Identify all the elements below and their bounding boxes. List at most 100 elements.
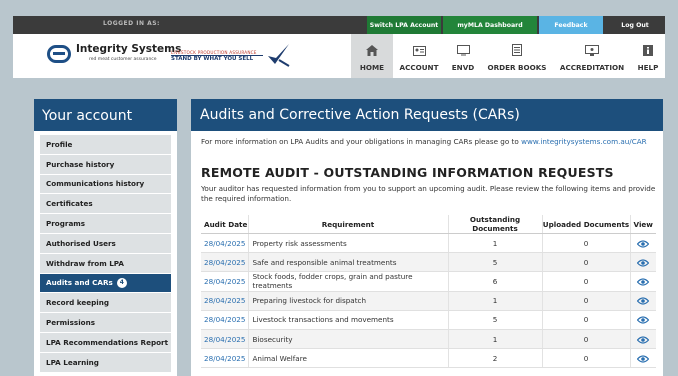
integrity-systems-logo-icon [47, 45, 71, 63]
uploaded-documents-cell: 0 [542, 271, 631, 292]
sidebar-item-programs[interactable]: Programs [40, 214, 171, 234]
requirement-cell: Biosecurity [248, 329, 449, 350]
nav-accreditation[interactable]: ACCREDITATION [553, 34, 631, 78]
table-row: 28/04/2025 Animal Welfare 2 0 [201, 348, 656, 369]
nav-order-books[interactable]: ORDER BOOKS [481, 34, 553, 78]
outstanding-documents-cell: 2 [448, 348, 543, 369]
sidebar-item-authorised-users[interactable]: Authorised Users [40, 233, 171, 254]
outstanding-documents-cell: 6 [448, 271, 543, 292]
table-row: 28/04/2025 Property risk assessments 1 0 [201, 233, 656, 254]
nav-account-label: ACCOUNT [399, 63, 439, 72]
logged-in-label: LOGGED IN AS: [103, 20, 160, 27]
audit-date-cell[interactable]: 28/04/2025 [201, 348, 249, 369]
outstanding-documents-cell: 1 [448, 329, 543, 350]
section-description: Your auditor has requested information f… [201, 184, 656, 203]
page-title: Audits and Corrective Action Requests (C… [191, 99, 663, 131]
log-out-button[interactable]: Log Out [605, 16, 665, 34]
uploaded-documents-cell: 0 [542, 291, 631, 311]
certificate-icon [585, 45, 599, 56]
audit-date-cell[interactable]: 28/04/2025 [201, 252, 249, 273]
sidebar-item-lpa-learning[interactable]: LPA Learning [40, 352, 171, 373]
sidebar-item-withdraw[interactable]: Withdraw from LPA [40, 253, 171, 274]
sidebar-item-lpa-recommendations[interactable]: LPA Recommendations Report [40, 332, 171, 353]
audit-date-cell[interactable]: 28/04/2025 [201, 329, 249, 350]
table-row: 28/04/2025 Livestock transactions and mov… [201, 310, 656, 330]
eye-icon [637, 355, 650, 363]
column-header-uploaded: Uploaded Documents [542, 215, 631, 234]
section-title: REMOTE AUDIT - OUTSTANDING INFORMATION R… [201, 165, 614, 180]
nav-envd[interactable]: ENVD [445, 34, 481, 78]
sidebar-item-purchase-history[interactable]: Purchase history [40, 154, 171, 175]
car-info-link[interactable]: www.integritysystems.com.au/CAR [521, 137, 647, 146]
top-bar: LOGGED IN AS: Switch LPA Account myMLA D… [13, 16, 665, 34]
requirement-cell: Safe and responsible animal treatments [248, 252, 449, 273]
nav-home[interactable]: HOME [351, 34, 393, 78]
sidebar-item-profile[interactable]: Profile [40, 135, 171, 155]
audit-date-cell[interactable]: 28/04/2025 [201, 310, 249, 330]
feedback-button[interactable]: Feedback [539, 16, 603, 34]
table-row: 28/04/2025 Stock foods, fodder crops, gra… [201, 271, 656, 292]
eye-icon [637, 278, 650, 286]
table-header-row: Audit Date Requirement Outstanding Docum… [201, 215, 656, 234]
document-icon [512, 44, 522, 56]
eye-icon [637, 297, 650, 305]
view-button[interactable] [630, 291, 656, 311]
home-icon [366, 45, 378, 56]
nav-help[interactable]: HELP [631, 34, 665, 78]
column-header-outstanding: Outstanding Documents [448, 215, 543, 234]
view-button[interactable] [630, 271, 656, 292]
lpa-check-mark-icon [268, 44, 290, 67]
mymla-dashboard-button[interactable]: myMLA Dashboard [443, 16, 537, 34]
nav-help-label: HELP [637, 63, 659, 72]
switch-lpa-account-button[interactable]: Switch LPA Account [367, 16, 441, 34]
uploaded-documents-cell: 0 [542, 348, 631, 369]
outstanding-documents-cell: 1 [448, 291, 543, 311]
uploaded-documents-cell: 0 [542, 233, 631, 254]
nav-accreditation-label: ACCREDITATION [559, 63, 625, 72]
column-header-audit-date: Audit Date [201, 215, 249, 234]
nav-order-books-label: ORDER BOOKS [487, 63, 547, 72]
eye-icon [637, 259, 650, 267]
monitor-icon [456, 45, 470, 56]
sidebar-item-communications-history[interactable]: Communications history [40, 174, 171, 195]
view-button[interactable] [630, 310, 656, 330]
sidebar-item-permissions[interactable]: Permissions [40, 313, 171, 333]
audit-date-cell[interactable]: 28/04/2025 [201, 291, 249, 311]
lpa-slogan: STAND BY WHAT YOU SELL [171, 56, 254, 62]
intro-message: For more information on LPA Audits and y… [201, 137, 522, 146]
column-header-requirement: Requirement [248, 215, 449, 234]
information-requests-table: Audit Date Requirement Outstanding Docum… [201, 215, 656, 369]
uploaded-documents-cell: 0 [542, 310, 631, 330]
table-row: 28/04/2025 Preparing livestock for dispat… [201, 291, 656, 311]
view-button[interactable] [630, 233, 656, 254]
table-row: 28/04/2025 Safe and responsible animal tr… [201, 252, 656, 273]
intro-text: For more information on LPA Audits and y… [201, 137, 647, 146]
uploaded-documents-cell: 0 [542, 252, 631, 273]
sidebar-title: Your account [34, 99, 177, 131]
main-panel: Audits and Corrective Action Requests (C… [191, 99, 663, 376]
nav-home-label: HOME [359, 63, 385, 72]
requirement-cell: Animal Welfare [248, 348, 449, 369]
requirement-cell: Livestock transactions and movements [248, 310, 449, 330]
sidebar-item-certificates[interactable]: Certificates [40, 194, 171, 215]
eye-icon [637, 316, 650, 324]
nav-account[interactable]: ACCOUNT [393, 34, 445, 78]
account-sidebar: Your account Profile Purchase history Co… [34, 99, 177, 376]
outstanding-documents-cell: 1 [448, 233, 543, 254]
eye-icon [637, 239, 650, 248]
outstanding-documents-cell: 5 [448, 310, 543, 330]
audit-date-cell[interactable]: 28/04/2025 [201, 271, 249, 292]
view-button[interactable] [630, 252, 656, 273]
column-header-view: View [630, 215, 656, 234]
audit-date-cell[interactable]: 28/04/2025 [201, 233, 249, 254]
sidebar-item-record-keeping[interactable]: Record keeping [40, 293, 171, 314]
brand-tagline: red meat customer assurance [89, 57, 157, 62]
view-button[interactable] [630, 329, 656, 350]
sidebar-item-audits-and-cars[interactable]: Audits and CARs 4 [40, 273, 171, 294]
table-row: 28/04/2025 Biosecurity 1 0 [201, 329, 656, 350]
eye-icon [637, 335, 650, 344]
view-button[interactable] [630, 348, 656, 369]
sidebar-item-label: Audits and CARs [46, 278, 113, 288]
uploaded-documents-cell: 0 [542, 329, 631, 350]
requirement-cell: Property risk assessments [248, 233, 449, 254]
